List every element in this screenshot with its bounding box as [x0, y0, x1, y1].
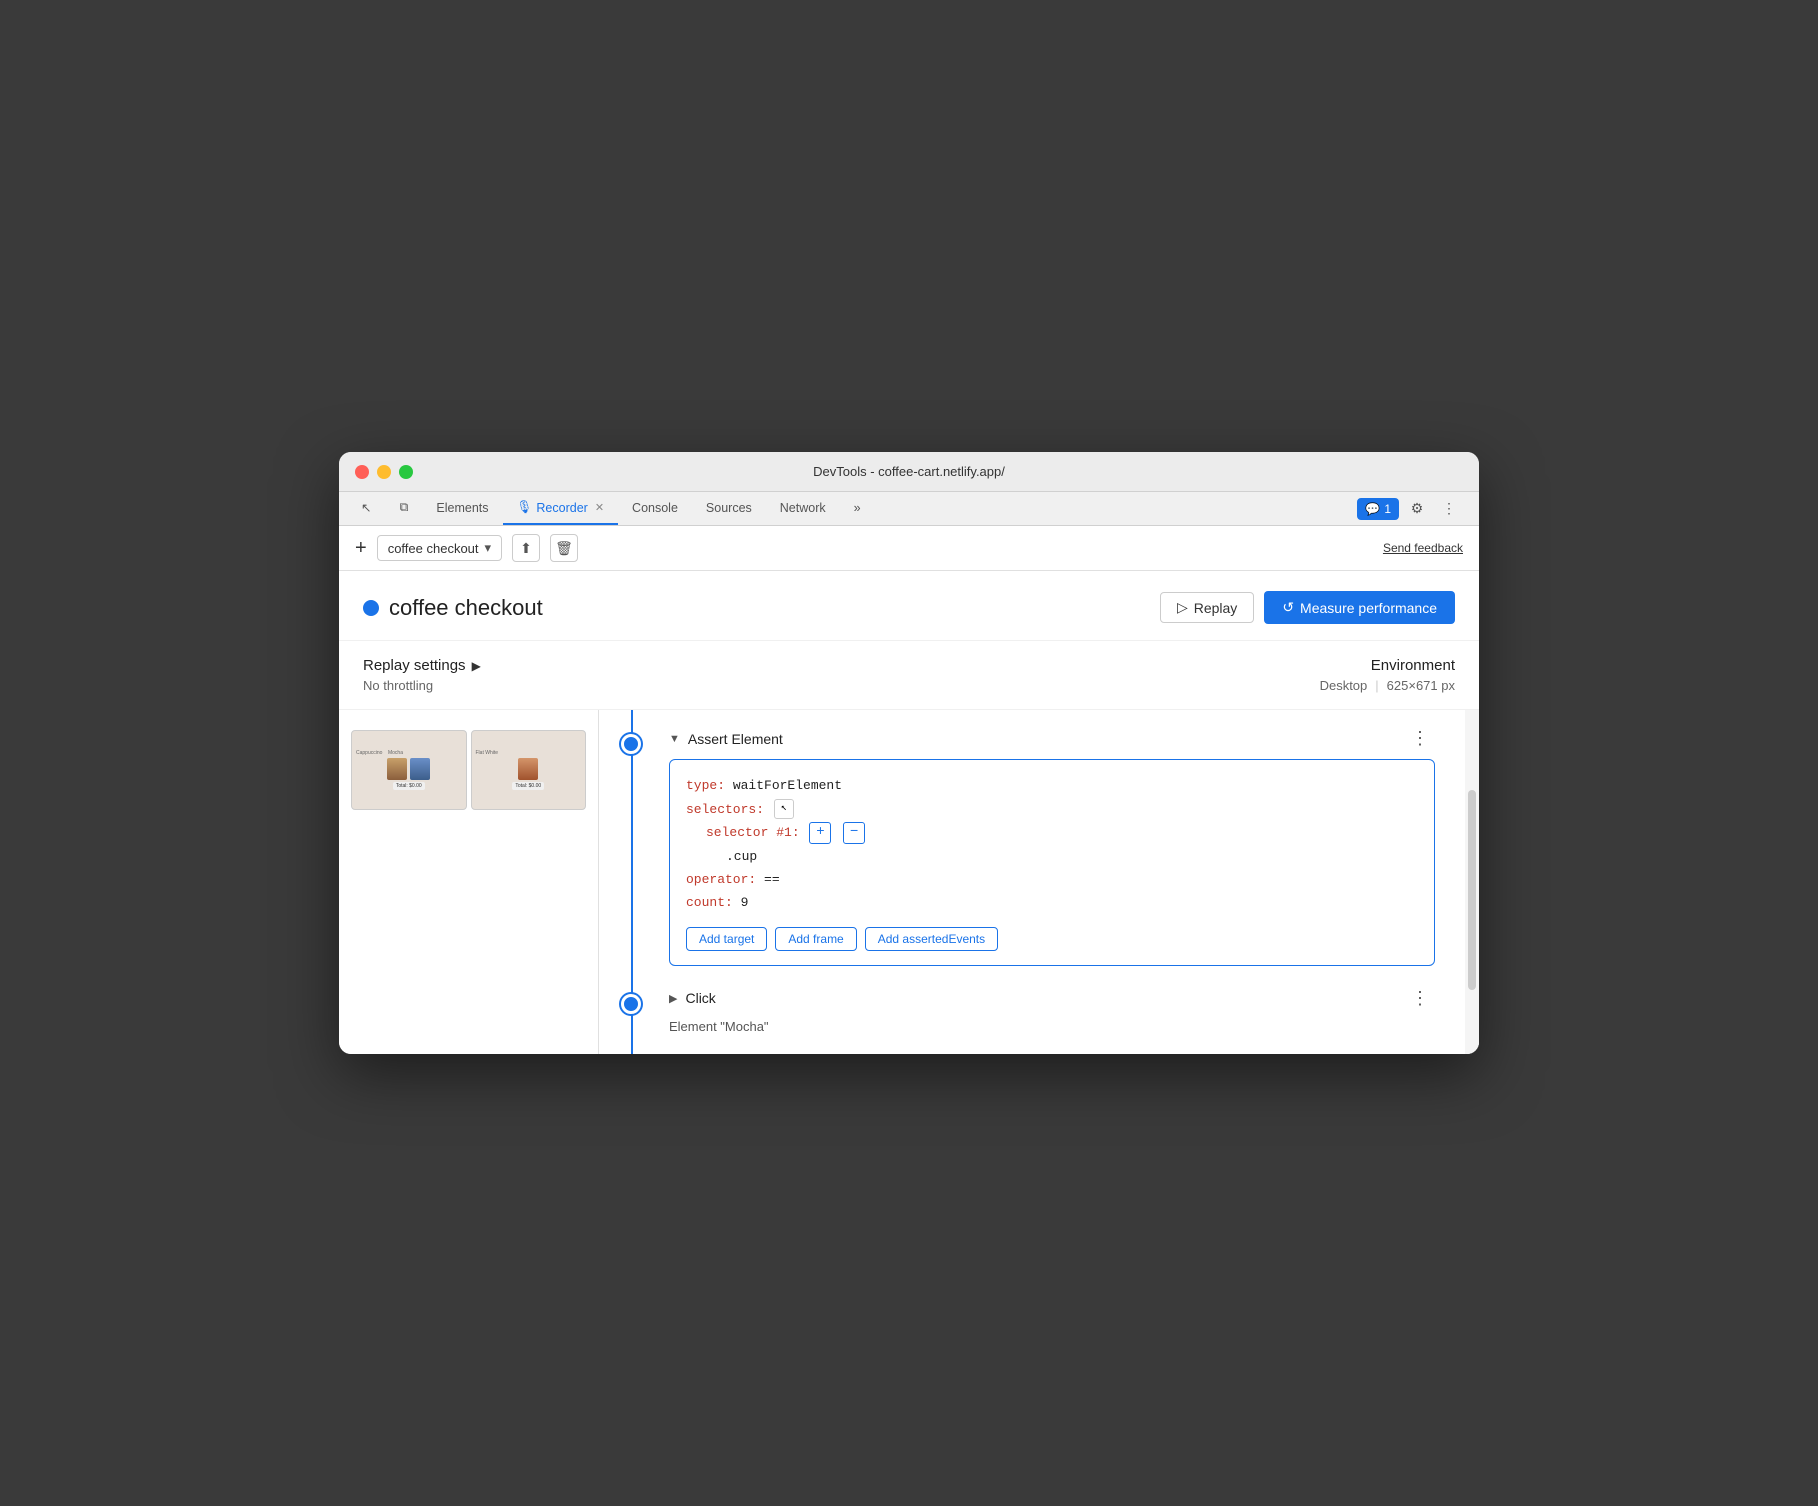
step-2-more-button[interactable]: ⋮	[1405, 986, 1435, 1011]
main-content: coffee checkout ▷ Replay ↺ Measure perfo…	[339, 571, 1479, 1053]
send-feedback-link[interactable]: Send feedback	[1383, 541, 1463, 555]
delete-button[interactable]: 🗑	[550, 534, 578, 562]
step-1-code-block: type: waitForElement selectors: ↖ select…	[669, 759, 1435, 965]
tab-network[interactable]: Network	[766, 492, 840, 525]
code-selector1-line: selector #1: + −	[686, 821, 1418, 844]
code-selectors-line: selectors: ↖	[686, 798, 1418, 821]
add-target-button[interactable]: Add target	[686, 927, 767, 951]
step-1-more-button[interactable]: ⋮	[1405, 726, 1435, 751]
step-1-name: Assert Element	[688, 731, 783, 747]
trash-icon: 🗑	[555, 540, 573, 557]
throttling-label: No throttling	[363, 678, 481, 693]
maximize-button[interactable]	[399, 465, 413, 479]
step-2-name: Click	[685, 990, 715, 1006]
recording-header: coffee checkout ▷ Replay ↺ Measure perfo…	[339, 571, 1479, 641]
settings-arrow-icon: ▶	[472, 659, 481, 673]
tab-sources[interactable]: Sources	[692, 492, 766, 525]
more-tabs-icon: »	[854, 501, 861, 515]
recording-actions: ▷ Replay ↺ Measure performance	[1160, 591, 1455, 624]
tab-recorder[interactable]: 🎙 Recorder ✕	[503, 492, 619, 525]
export-button[interactable]: ⬆	[512, 534, 540, 562]
tab-elements[interactable]: Elements	[422, 492, 502, 525]
dropdown-arrow-icon: ▾	[485, 540, 492, 556]
tab-bar: ↖ ⧉ Elements 🎙 Recorder ✕ Console Source…	[339, 492, 1479, 526]
steps-list-container: ▼ Assert Element ⋮ type: waitForElement …	[599, 710, 1465, 1053]
step-1-collapse-icon[interactable]: ▼	[669, 733, 680, 745]
traffic-lights	[355, 465, 413, 479]
play-icon: ▷	[1177, 599, 1188, 616]
tab-cursor-icon[interactable]: ↖	[347, 492, 385, 525]
step-assert-element: ▼ Assert Element ⋮ type: waitForElement …	[599, 726, 1465, 965]
devtools-window: DevTools - coffee-cart.netlify.app/ ↖ ⧉ …	[339, 452, 1479, 1053]
scrollbar-thumb[interactable]	[1468, 790, 1476, 990]
upload-icon: ⬆	[520, 540, 532, 557]
recording-title-area: coffee checkout	[363, 595, 543, 621]
tab-layers-icon[interactable]: ⧉	[385, 492, 422, 525]
recording-selector[interactable]: coffee checkout ▾	[377, 535, 502, 561]
close-tab-icon[interactable]: ✕	[595, 501, 604, 514]
screenshot-thumbnail-1[interactable]: Cappuccino Mocha Total: $0.00	[351, 730, 467, 810]
replay-button[interactable]: ▷ Replay	[1160, 592, 1254, 623]
add-selector-button[interactable]: +	[809, 822, 831, 844]
code-type-line: type: waitForElement	[686, 774, 1418, 797]
scrollbar[interactable]	[1465, 710, 1479, 1053]
pick-selector-icon[interactable]: ↖	[774, 799, 794, 819]
gear-icon: ⚙	[1411, 500, 1424, 517]
measure-performance-button[interactable]: ↺ Measure performance	[1264, 591, 1455, 624]
replay-settings-row[interactable]: Replay settings ▶	[363, 657, 481, 674]
step-2-header: ▶ Click ⋮	[669, 986, 1435, 1011]
step-2-description: Element "Mocha"	[669, 1019, 1435, 1034]
recording-name-label: coffee checkout	[388, 541, 479, 556]
recording-title: coffee checkout	[389, 595, 543, 621]
settings-right: Environment Desktop | 625×671 px	[1320, 657, 1455, 693]
tab-spacer	[875, 492, 1350, 525]
vertical-dots-icon: ⋮	[1442, 500, 1456, 517]
code-count-line: count: 9	[686, 891, 1418, 914]
settings-label: Replay settings	[363, 657, 466, 674]
close-button[interactable]	[355, 465, 369, 479]
step-click: ▶ Click ⋮ Element "Mocha"	[599, 986, 1465, 1034]
window-title: DevTools - coffee-cart.netlify.app/	[813, 464, 1005, 479]
cursor-icon: ↖	[361, 500, 371, 515]
tab-console[interactable]: Console	[618, 492, 692, 525]
env-divider: |	[1375, 678, 1378, 693]
tab-right-icons: 💬 1 ⚙ ⋮	[1349, 492, 1471, 525]
step-2-collapse-icon[interactable]: ▶	[669, 992, 677, 1005]
step-2-title-row: ▶ Click	[669, 990, 716, 1006]
step-1-header: ▼ Assert Element ⋮	[669, 726, 1435, 751]
layers-icon: ⧉	[399, 500, 408, 515]
environment-label: Environment	[1320, 657, 1455, 674]
minimize-button[interactable]	[377, 465, 391, 479]
performance-icon: ↺	[1282, 599, 1294, 616]
tab-more[interactable]: »	[840, 492, 875, 525]
add-asserted-events-button[interactable]: Add assertedEvents	[865, 927, 998, 951]
add-frame-button[interactable]: Add frame	[775, 927, 856, 951]
environment-value: Desktop | 625×671 px	[1320, 678, 1455, 693]
more-options-button[interactable]: ⋮	[1435, 495, 1463, 523]
title-bar: DevTools - coffee-cart.netlify.app/	[339, 452, 1479, 492]
screenshot-thumbnail-2[interactable]: Flat White Total: $0.00	[471, 730, 587, 810]
steps-area: Cappuccino Mocha Total: $0.00 Flat White	[339, 710, 1479, 1053]
env-desktop-label: Desktop	[1320, 678, 1368, 693]
timeline-column: Cappuccino Mocha Total: $0.00 Flat White	[339, 710, 599, 1053]
step-dot-2	[621, 994, 641, 1014]
env-size-label: 625×671 px	[1387, 678, 1455, 693]
code-selector-val-line: .cup	[686, 845, 1418, 868]
step-1-title-row: ▼ Assert Element	[669, 731, 783, 747]
settings-left: Replay settings ▶ No throttling	[363, 657, 481, 693]
chat-icon: 💬	[1365, 502, 1380, 516]
settings-bar: Replay settings ▶ No throttling Environm…	[339, 641, 1479, 710]
recording-status-dot	[363, 600, 379, 616]
toolbar: + coffee checkout ▾ ⬆ 🗑 Send feedback	[339, 526, 1479, 571]
record-icon: 🎙	[517, 500, 533, 515]
remove-selector-button[interactable]: −	[843, 822, 865, 844]
step-dot-1	[621, 734, 641, 754]
code-operator-line: operator: ==	[686, 868, 1418, 891]
add-recording-button[interactable]: +	[355, 538, 367, 558]
settings-button[interactable]: ⚙	[1403, 495, 1431, 523]
code-actions: Add target Add frame Add assertedEvents	[686, 927, 1418, 951]
chat-notification-button[interactable]: 💬 1	[1357, 498, 1399, 520]
